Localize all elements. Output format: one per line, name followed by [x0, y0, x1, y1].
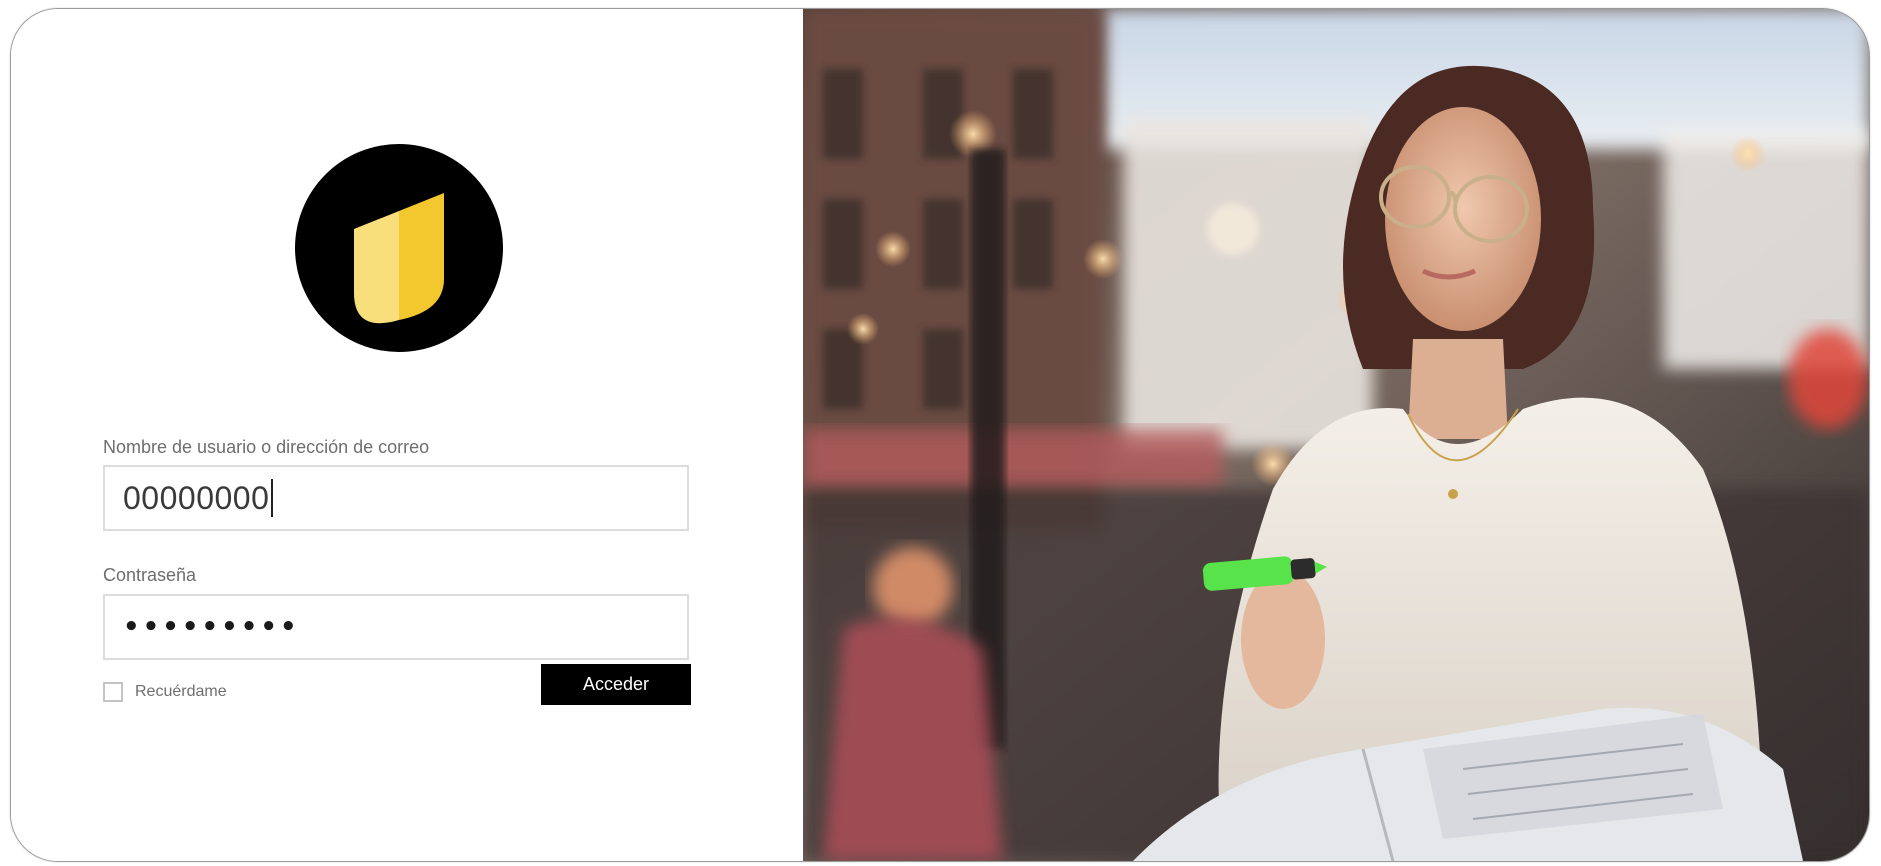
remember-me-checkbox[interactable] — [103, 682, 123, 702]
brand-logo-icon — [295, 144, 503, 352]
text-caret — [271, 479, 274, 517]
username-value: 00000000 — [123, 479, 270, 516]
username-input[interactable]: 00000000 — [103, 465, 689, 531]
login-window: Nombre de usuario o dirección de correo … — [10, 8, 1870, 862]
password-input[interactable]: ••••••••• — [103, 594, 689, 660]
woman-studying-cafe-photo-icon — [803, 9, 1869, 861]
remember-me-row[interactable]: Recuérdame — [103, 682, 227, 702]
username-label: Nombre de usuario o dirección de correo — [103, 437, 430, 457]
password-value: ••••••••• — [123, 612, 300, 642]
password-label: Contraseña — [103, 565, 197, 585]
login-panel: Nombre de usuario o dirección de correo … — [11, 9, 803, 861]
logo-leaf-light — [354, 211, 399, 324]
login-button[interactable]: Acceder — [541, 664, 691, 705]
remember-me-label: Recuérdame — [135, 683, 227, 700]
hero-photo — [803, 9, 1869, 861]
